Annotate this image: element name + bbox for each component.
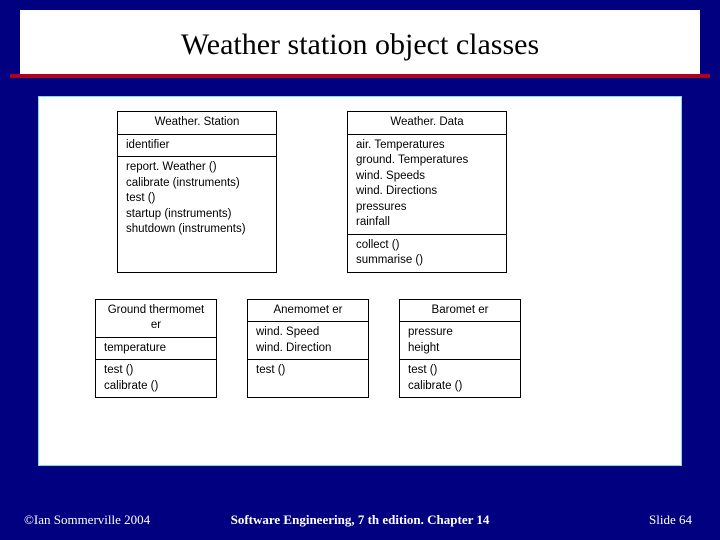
attr: pressure: [408, 325, 512, 341]
class-anemometer: Anemomet er wind. Speed wind. Direction …: [247, 299, 369, 399]
op: calibrate (): [104, 379, 208, 395]
attr: temperature: [104, 341, 208, 357]
class-name: Ground thermomet er: [96, 300, 216, 338]
attr: air. Temperatures: [356, 138, 498, 154]
class-ops: test () calibrate (): [400, 360, 520, 397]
attr: rainfall: [356, 215, 498, 231]
op: summarise (): [356, 253, 498, 269]
class-attrs: identifier: [118, 135, 276, 158]
footer-book-title: Software Engineering, 7 th edition. Chap…: [231, 512, 490, 528]
slide-footer: ©Ian Sommerville 2004 Software Engineeri…: [0, 512, 720, 528]
attr: height: [408, 341, 512, 357]
class-barometer: Baromet er pressure height test () calib…: [399, 299, 521, 399]
op: test (): [104, 363, 208, 379]
class-ops: test () calibrate (): [96, 360, 216, 397]
attr: ground. Temperatures: [356, 153, 498, 169]
class-attrs: air. Temperatures ground. Temperatures w…: [348, 135, 506, 235]
class-weather-station: Weather. Station identifier report. Weat…: [117, 111, 277, 273]
op: calibrate (): [408, 379, 512, 395]
class-name: Weather. Station: [118, 112, 276, 135]
class-weather-data: Weather. Data air. Temperatures ground. …: [347, 111, 507, 273]
class-ops: collect () summarise (): [348, 235, 506, 272]
class-name: Weather. Data: [348, 112, 506, 135]
footer-slide-number: Slide 64: [649, 512, 692, 528]
attr: identifier: [126, 138, 268, 154]
title-divider: [10, 74, 710, 78]
op: report. Weather (): [126, 160, 268, 176]
class-ops: report. Weather () calibrate (instrument…: [118, 157, 276, 241]
op: test (): [256, 363, 360, 379]
op: startup (instruments): [126, 207, 268, 223]
class-ground-thermometer: Ground thermomet er temperature test () …: [95, 299, 217, 399]
attr: wind. Directions: [356, 184, 498, 200]
op: test (): [408, 363, 512, 379]
footer-copyright: ©Ian Sommerville 2004: [24, 512, 150, 528]
class-attrs: pressure height: [400, 322, 520, 360]
class-attrs: wind. Speed wind. Direction: [248, 322, 368, 360]
attr: wind. Speeds: [356, 169, 498, 185]
class-name: Anemomet er: [248, 300, 368, 323]
attr: wind. Direction: [256, 341, 360, 357]
op: test (): [126, 191, 268, 207]
op: calibrate (instruments): [126, 176, 268, 192]
class-name: Baromet er: [400, 300, 520, 323]
diagram-canvas: Weather. Station identifier report. Weat…: [38, 96, 682, 466]
class-ops: test (): [248, 360, 368, 382]
op: shutdown (instruments): [126, 222, 268, 238]
attr: pressures: [356, 200, 498, 216]
class-attrs: temperature: [96, 338, 216, 361]
op: collect (): [356, 238, 498, 254]
slide-title: Weather station object classes: [20, 10, 700, 74]
attr: wind. Speed: [256, 325, 360, 341]
